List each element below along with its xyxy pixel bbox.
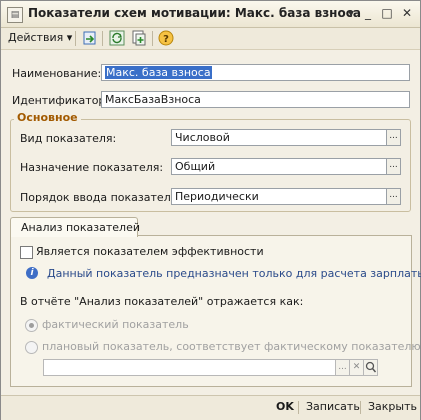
name-label: Наименование: xyxy=(12,67,102,80)
close-button[interactable]: Закрыть xyxy=(368,400,417,413)
help-icon[interactable]: ? xyxy=(158,30,174,46)
bottom-bar: OK Записать Закрыть xyxy=(1,395,420,420)
efficiency-checkbox-label[interactable]: Является показателем эффективности xyxy=(36,245,264,258)
chevron-down-icon: ▾ xyxy=(66,31,73,44)
tab-analysis[interactable]: Анализ показателей xyxy=(10,217,141,237)
identifier-field[interactable]: МаксБазаВзноса xyxy=(101,91,410,108)
input-order-label: Порядок ввода показателя: xyxy=(20,191,182,204)
indicator-purpose-value: Общий xyxy=(175,160,216,173)
ok-button[interactable]: OK xyxy=(276,400,294,413)
window-title: Показатели схем мотивации: Макс. база вз… xyxy=(28,6,361,20)
toolbar-divider xyxy=(152,31,153,46)
tab-analysis-label: Анализ показателей xyxy=(21,221,141,234)
copy-icon[interactable] xyxy=(131,30,147,46)
maximize-button[interactable]: □ xyxy=(379,6,395,21)
input-order-value: Периодически xyxy=(175,190,259,203)
select-button[interactable]: ... xyxy=(335,360,349,375)
radio-selected-dot xyxy=(29,323,34,328)
info-icon: i xyxy=(26,267,38,279)
select-button[interactable]: ... xyxy=(386,189,400,204)
indicator-type-field[interactable]: Числовой ... xyxy=(171,129,401,146)
refresh-icon[interactable] xyxy=(109,30,125,46)
dialog-window: ▤ Показатели схем мотивации: Макс. база … xyxy=(0,0,421,420)
plan-indicator-radio[interactable] xyxy=(25,341,38,354)
save-and-close-icon[interactable] xyxy=(82,30,98,46)
actions-menu[interactable]: Действия ▾ xyxy=(8,31,72,44)
indicator-purpose-label: Назначение показателя: xyxy=(20,161,164,174)
select-button[interactable]: ... xyxy=(386,159,400,174)
name-field[interactable]: Макс. база взноса xyxy=(101,64,410,81)
name-value: Макс. база взноса xyxy=(105,66,212,79)
identifier-label: Идентификатор: xyxy=(12,94,110,107)
minimize-button[interactable]: _ xyxy=(360,6,376,21)
report-caption: В отчёте "Анализ показателей" отражается… xyxy=(20,295,304,308)
actions-label: Действия xyxy=(8,31,64,44)
indicator-purpose-field[interactable]: Общий ... xyxy=(171,158,401,175)
svg-text:?: ? xyxy=(163,34,169,45)
efficiency-checkbox[interactable] xyxy=(20,246,33,259)
toolbar-divider xyxy=(75,31,76,46)
input-order-field[interactable]: Периодически ... xyxy=(171,188,401,205)
indicator-type-value: Числовой xyxy=(175,131,230,144)
plan-indicator-label[interactable]: плановый показатель, соответствует факти… xyxy=(42,340,421,353)
indicator-type-label: Вид показателя: xyxy=(20,132,117,145)
main-group-title: Основное xyxy=(14,111,81,124)
toolbar: Действия ▾ ? xyxy=(1,28,420,50)
save-button[interactable]: Записать xyxy=(306,400,360,413)
button-divider xyxy=(298,401,299,414)
search-icon[interactable] xyxy=(363,360,377,375)
identifier-value: МаксБазаВзноса xyxy=(105,93,201,106)
info-message: Данный показатель предназначен только дл… xyxy=(47,267,421,280)
actual-indicator-radio[interactable] xyxy=(25,319,38,332)
title-bar: ▤ Показатели схем мотивации: Макс. база … xyxy=(1,1,420,28)
actual-indicator-label[interactable]: фактический показатель xyxy=(42,318,189,331)
form-icon: ▤ xyxy=(7,7,23,23)
actual-indicator-select-field[interactable]: ... ✕ xyxy=(43,359,378,376)
button-divider xyxy=(360,401,361,414)
window-menu-button[interactable]: ▾ xyxy=(343,6,359,21)
toolbar-divider xyxy=(102,31,103,46)
close-window-button[interactable]: ✕ xyxy=(399,6,415,21)
select-button[interactable]: ... xyxy=(386,130,400,145)
clear-icon[interactable]: ✕ xyxy=(349,360,363,375)
